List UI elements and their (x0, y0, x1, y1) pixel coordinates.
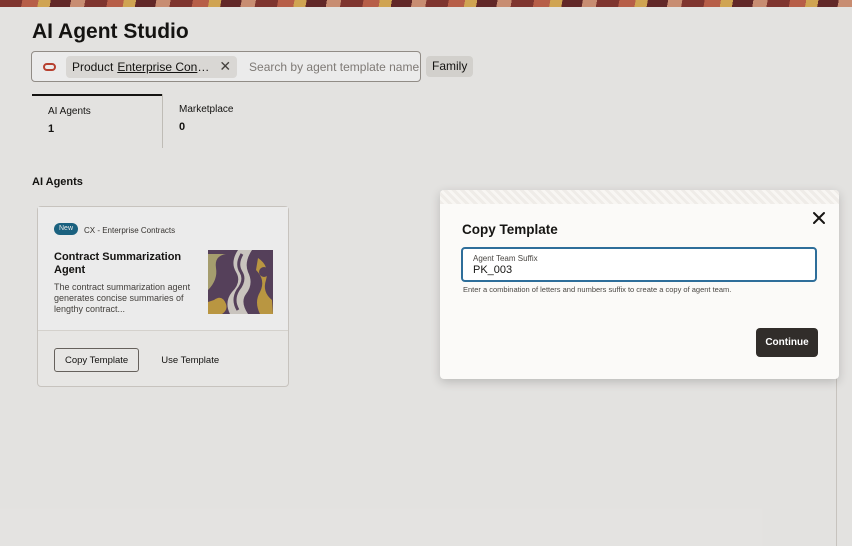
dialog-title: Copy Template (462, 222, 558, 237)
continue-button[interactable]: Continue (756, 328, 818, 357)
field-help-text: Enter a combination of letters and numbe… (463, 285, 732, 294)
agent-team-suffix-field[interactable]: Agent Team Suffix (461, 247, 817, 282)
field-label: Agent Team Suffix (473, 254, 538, 263)
close-icon[interactable] (811, 210, 827, 226)
copy-template-dialog: Copy Template Agent Team Suffix Enter a … (440, 190, 839, 379)
agent-team-suffix-input[interactable] (473, 264, 793, 276)
dialog-header-pattern (440, 190, 839, 204)
